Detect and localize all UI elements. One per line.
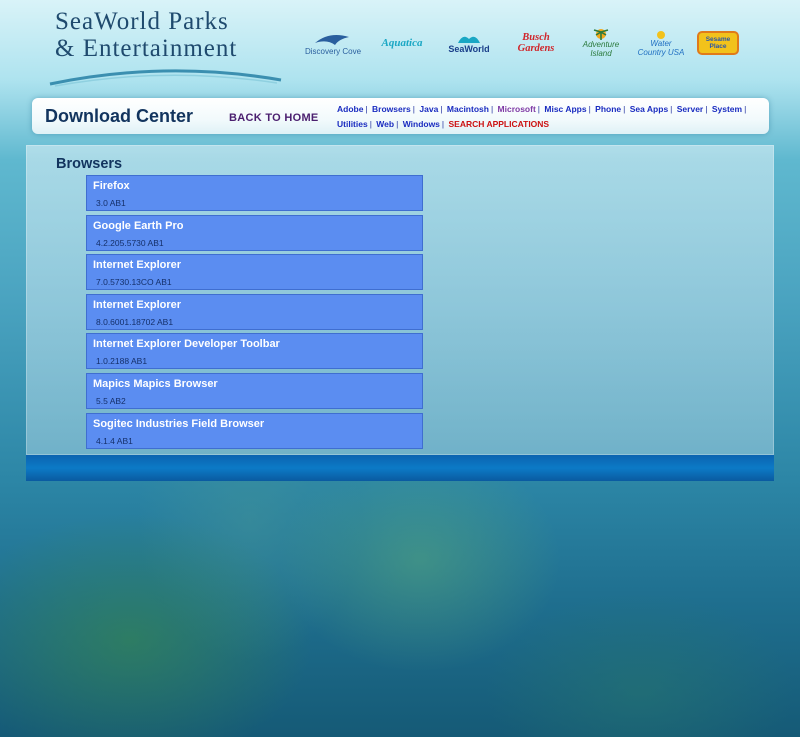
- list-item-ie-developer-toolbar[interactable]: Internet Explorer Developer Toolbar 1.0.…: [86, 333, 423, 370]
- park-logo-sesame-place[interactable]: Sesame Place: [696, 26, 740, 60]
- wave-icon: [458, 36, 480, 43]
- list-item-sogitec-field-browser[interactable]: Sogitec Industries Field Browser 4.1.4 A…: [86, 412, 423, 449]
- app-version: 7.0.5730.13CO AB1: [96, 277, 172, 288]
- app-version: 3.0 AB1: [96, 198, 126, 208]
- park-logos: Discovery Cove Aquatica SeaWorld Busch G…: [300, 26, 760, 62]
- app-name: Internet Explorer: [93, 298, 182, 311]
- app-version: 4.2.205.5730 AB1: [96, 237, 164, 248]
- dolphin-icon: [315, 34, 349, 45]
- app-name: Firefox: [93, 180, 130, 192]
- nav-link-adobe[interactable]: Adobe: [337, 104, 363, 114]
- list-item-firefox[interactable]: Firefox 3.0 AB1: [86, 175, 423, 211]
- nav-link-misc-apps[interactable]: Misc Apps: [544, 104, 586, 114]
- app-version: 8.0.6001.18702 AB1: [96, 316, 174, 327]
- list-item-internet-explorer-8[interactable]: Internet Explorer 8.0.6001.18702 AB1: [86, 293, 423, 330]
- brand-logo[interactable]: SeaWorld Parks & Entertainment: [55, 8, 237, 62]
- nav-link-java[interactable]: Java: [419, 104, 438, 114]
- app-name: Internet Explorer Developer Toolbar: [93, 338, 280, 351]
- park-logo-busch-gardens[interactable]: Busch Gardens: [506, 26, 566, 60]
- back-to-home-link[interactable]: BACK TO HOME: [229, 112, 319, 124]
- nav-link-utilities[interactable]: Utilities: [337, 119, 368, 129]
- palm-tree-icon: [593, 29, 609, 40]
- sun-icon: [657, 31, 665, 39]
- app-version: 4.1.4 AB1: [96, 435, 133, 446]
- category-links: Adobe | Browsers | Java | Macintosh | Micros…: [337, 104, 747, 129]
- section-title: Browsers: [56, 156, 123, 172]
- nav-link-macintosh[interactable]: Macintosh: [447, 104, 489, 114]
- sesame-sign-icon: Sesame Place: [697, 31, 739, 55]
- app-name: Sogitec Industries Field Browser: [93, 417, 265, 430]
- nav-link-browsers[interactable]: Browsers: [372, 104, 411, 114]
- app-name: Mapics Mapics Browser: [93, 377, 218, 390]
- nav-link-search-applications[interactable]: SEARCH APPLICATIONS: [449, 119, 550, 129]
- park-logo-water-country-usa[interactable]: Water Country USA: [636, 26, 686, 60]
- list-item-mapics-browser[interactable]: Mapics Mapics Browser 5.5 AB2: [86, 372, 423, 409]
- app-version: 1.0.2188 AB1: [96, 356, 148, 367]
- page-title: Download Center: [45, 106, 194, 126]
- content-panel-footer-bar: [26, 455, 774, 481]
- application-list: Firefox 3.0 AB1 Google Earth Pro 4.2.205…: [86, 175, 423, 452]
- list-item-internet-explorer-7[interactable]: Internet Explorer 7.0.5730.13CO AB1: [86, 254, 423, 291]
- list-item-google-earth-pro[interactable]: Google Earth Pro 4.2.205.5730 AB1: [86, 214, 423, 251]
- brand-line-1: SeaWorld Parks: [55, 8, 229, 35]
- nav-link-server[interactable]: Server: [677, 104, 703, 114]
- nav-link-sea-apps[interactable]: Sea Apps: [630, 104, 668, 114]
- site-header: SeaWorld Parks & Entertainment Discovery…: [0, 0, 800, 96]
- nav-link-microsoft[interactable]: Microsoft: [498, 104, 536, 114]
- nav-link-web[interactable]: Web: [376, 119, 394, 129]
- brand-swoosh-icon: [49, 69, 282, 87]
- app-name: Google Earth Pro: [93, 219, 184, 232]
- park-logo-seaworld[interactable]: SeaWorld: [442, 26, 496, 60]
- nav-link-windows[interactable]: Windows: [403, 119, 440, 129]
- park-logo-discovery-cove[interactable]: Discovery Cove: [305, 26, 361, 60]
- nav-link-system[interactable]: System: [712, 104, 742, 114]
- park-logo-aquatica[interactable]: Aquatica: [374, 26, 430, 60]
- park-logo-adventure-island[interactable]: Adventure Island: [576, 26, 626, 60]
- nav-link-phone[interactable]: Phone: [595, 104, 621, 114]
- app-name: Internet Explorer: [93, 259, 182, 272]
- app-version: 5.5 AB2: [96, 395, 126, 406]
- nav-bar: Download Center BACK TO HOME Adobe | Brow…: [32, 98, 769, 134]
